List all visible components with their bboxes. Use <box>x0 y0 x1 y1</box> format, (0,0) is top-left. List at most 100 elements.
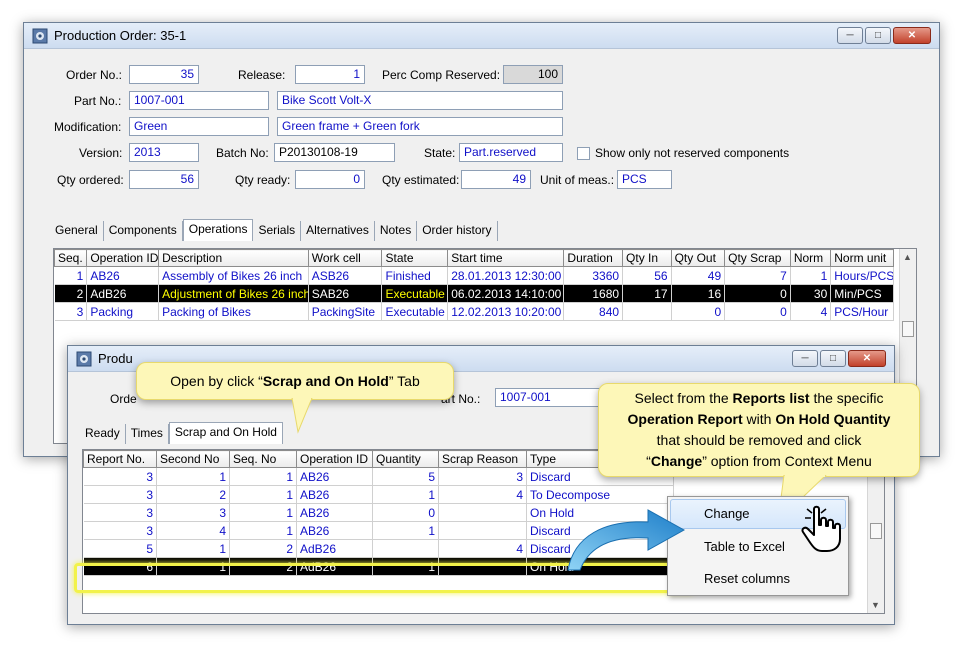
table-row[interactable]: 1 AB26 Assembly of Bikes 26 inch ASB26 F… <box>54 266 894 285</box>
modification-field[interactable]: Green <box>129 117 269 136</box>
app-icon <box>76 351 92 367</box>
perc-comp-field: 100 <box>503 65 563 84</box>
cell <box>438 521 527 540</box>
cell: 1 <box>54 266 88 285</box>
context-menu-reset-columns[interactable]: Reset columns <box>668 563 848 595</box>
table-row[interactable]: 3 1 1 AB26 5 3 Discard <box>83 467 674 486</box>
col-seq[interactable]: Seq. <box>54 249 88 267</box>
version-field[interactable]: 2013 <box>129 143 199 162</box>
modification-desc-field[interactable]: Green frame + Green fork <box>277 117 563 136</box>
cell: 2 <box>54 284 88 303</box>
col-qty-scrap[interactable]: Qty Scrap <box>724 249 791 267</box>
col-work-cell[interactable]: Work cell <box>307 249 383 267</box>
scroll-thumb[interactable] <box>870 523 882 539</box>
col-duration[interactable]: Duration <box>563 249 624 267</box>
tab-hint-post: ” Tab <box>388 373 420 389</box>
col-operation-id[interactable]: Operation ID <box>86 249 160 267</box>
scroll-down-icon[interactable]: ▼ <box>871 600 880 610</box>
cell: 1 <box>229 467 297 486</box>
state-field[interactable]: Part.reserved <box>459 143 563 162</box>
tab-hint-bold: Scrap and On Hold <box>262 373 389 389</box>
cell: Adjustment of Bikes 26 inch <box>158 284 309 303</box>
maximize-button[interactable]: □ <box>865 27 891 44</box>
close-button[interactable]: ✕ <box>848 350 886 367</box>
col-norm-unit[interactable]: Norm unit <box>830 249 894 267</box>
tab-times[interactable]: Times <box>126 424 169 444</box>
tab-components[interactable]: Components <box>104 221 183 241</box>
cell: PCS/Hour <box>830 302 894 321</box>
tab-notes[interactable]: Notes <box>375 221 418 241</box>
cell: 2 <box>156 485 230 504</box>
minimize-button[interactable]: ─ <box>792 350 818 367</box>
minimize-button[interactable]: ─ <box>837 27 863 44</box>
cell: 3 <box>54 302 88 321</box>
qty-ready-label: Qty ready: <box>235 173 291 187</box>
cell: 7 <box>724 266 791 285</box>
table-row-selected[interactable]: 2 AdB26 Adjustment of Bikes 26 inch SAB2… <box>54 284 894 303</box>
close-button[interactable]: ✕ <box>893 27 931 44</box>
state-label: State: <box>424 146 456 160</box>
cell <box>372 539 439 558</box>
qty-ordered-field[interactable]: 56 <box>129 170 199 189</box>
scroll-thumb[interactable] <box>902 321 914 337</box>
unit-of-measure-field[interactable]: PCS <box>617 170 672 189</box>
version-label: Version: <box>79 146 123 160</box>
tab-operations[interactable]: Operations <box>182 219 254 241</box>
col-norm[interactable]: Norm <box>789 249 832 267</box>
col-state[interactable]: State <box>381 249 449 267</box>
qty-estimated-field[interactable]: 49 <box>461 170 531 189</box>
order-no-field[interactable]: 35 <box>129 65 199 84</box>
scroll-up-icon[interactable]: ▲ <box>903 252 912 262</box>
cell: AB26 <box>296 485 373 504</box>
maximize-button[interactable]: □ <box>820 350 846 367</box>
show-not-reserved-label: Show only not reserved components <box>595 146 790 160</box>
batch-field[interactable]: P20130108-19 <box>274 143 395 162</box>
col-start-time[interactable]: Start time <box>447 249 565 267</box>
qty-estimated-label: Qty estimated: <box>382 173 460 187</box>
col-qty-in[interactable]: Qty In <box>622 249 672 267</box>
reports-hint-bold: On Hold Quantity <box>775 411 891 427</box>
col-description[interactable]: Description <box>158 249 309 267</box>
col-qty-out[interactable]: Qty Out <box>670 249 726 267</box>
col-seq-no[interactable]: Seq. No <box>229 450 297 468</box>
tab-scrap-and-on-hold[interactable]: Scrap and On Hold <box>168 422 283 444</box>
cell: 28.01.2013 12:30:00 <box>447 266 565 285</box>
table-row[interactable]: 3 Packing Packing of Bikes PackingSite E… <box>54 302 894 321</box>
order-no-label: Order No.: <box>66 68 123 82</box>
cell: 1680 <box>563 284 624 303</box>
col-scrap-reason[interactable]: Scrap Reason <box>438 450 527 468</box>
tab-alternatives[interactable]: Alternatives <box>301 221 375 241</box>
release-field[interactable]: 1 <box>295 65 365 84</box>
reports-hint-line-1: Select from the Reports list the specifi… <box>599 388 919 409</box>
col-second-no[interactable]: Second No <box>156 450 230 468</box>
qty-ready-field[interactable]: 0 <box>295 170 365 189</box>
cell: 0 <box>724 302 791 321</box>
part-desc-field[interactable]: Bike Scott Volt-X <box>277 91 563 110</box>
cell: 4 <box>156 521 230 540</box>
perc-comp-label: Perc Comp Reserved: <box>382 68 501 82</box>
tab-hint-callout: Open by click “Scrap and On Hold” Tab <box>136 362 454 400</box>
tab-general[interactable]: General <box>50 221 104 241</box>
cell: 06.02.2013 14:10:00 <box>447 284 565 303</box>
hand-cursor-icon <box>801 505 841 552</box>
cell: AdB26 <box>296 539 373 558</box>
cell: 3 <box>156 503 230 522</box>
col-report-no[interactable]: Report No. <box>83 450 157 468</box>
show-not-reserved-checkbox[interactable] <box>577 147 590 160</box>
cell <box>438 503 527 522</box>
cell: 49 <box>671 266 726 285</box>
cell: 16 <box>671 284 726 303</box>
tab-serials[interactable]: Serials <box>253 221 302 241</box>
part-no-field[interactable]: 1007-001 <box>129 91 269 110</box>
col-quantity[interactable]: Quantity <box>372 450 439 468</box>
cell: 12.02.2013 10:20:00 <box>447 302 565 321</box>
reports-hint-text: ” option from Context Menu <box>702 453 872 469</box>
reports-hint-text: Select from the <box>634 390 733 406</box>
tab-ready[interactable]: Ready <box>80 424 126 444</box>
cell: 3 <box>83 503 157 522</box>
sub-window-title: Produ <box>98 351 133 366</box>
tab-order-history[interactable]: Order history <box>417 221 498 241</box>
operations-header-row: Seq. Operation ID Description Work cell … <box>54 249 894 267</box>
cell: 4 <box>790 302 832 321</box>
col-operation-id[interactable]: Operation ID <box>296 450 373 468</box>
